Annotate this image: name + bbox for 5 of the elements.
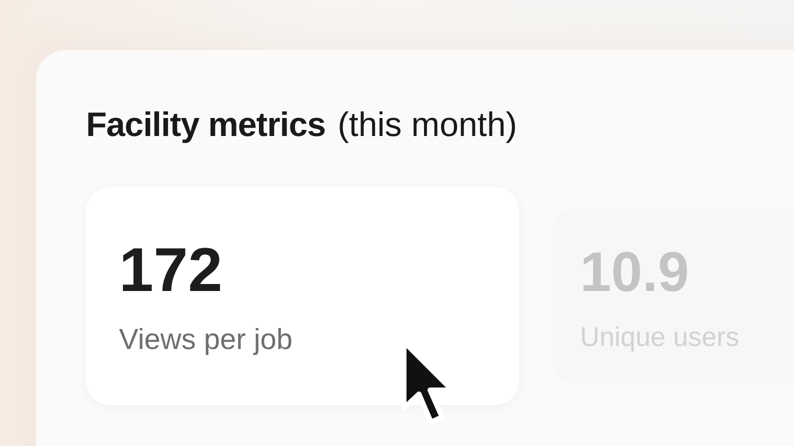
metric-card[interactable]: 172 Views per job bbox=[86, 187, 519, 405]
metric-label: Views per job bbox=[119, 324, 294, 357]
panel-title: Facility metrics bbox=[86, 106, 326, 145]
panel-subtitle: (this month) bbox=[338, 106, 518, 145]
metric-value: 172 bbox=[119, 235, 224, 306]
